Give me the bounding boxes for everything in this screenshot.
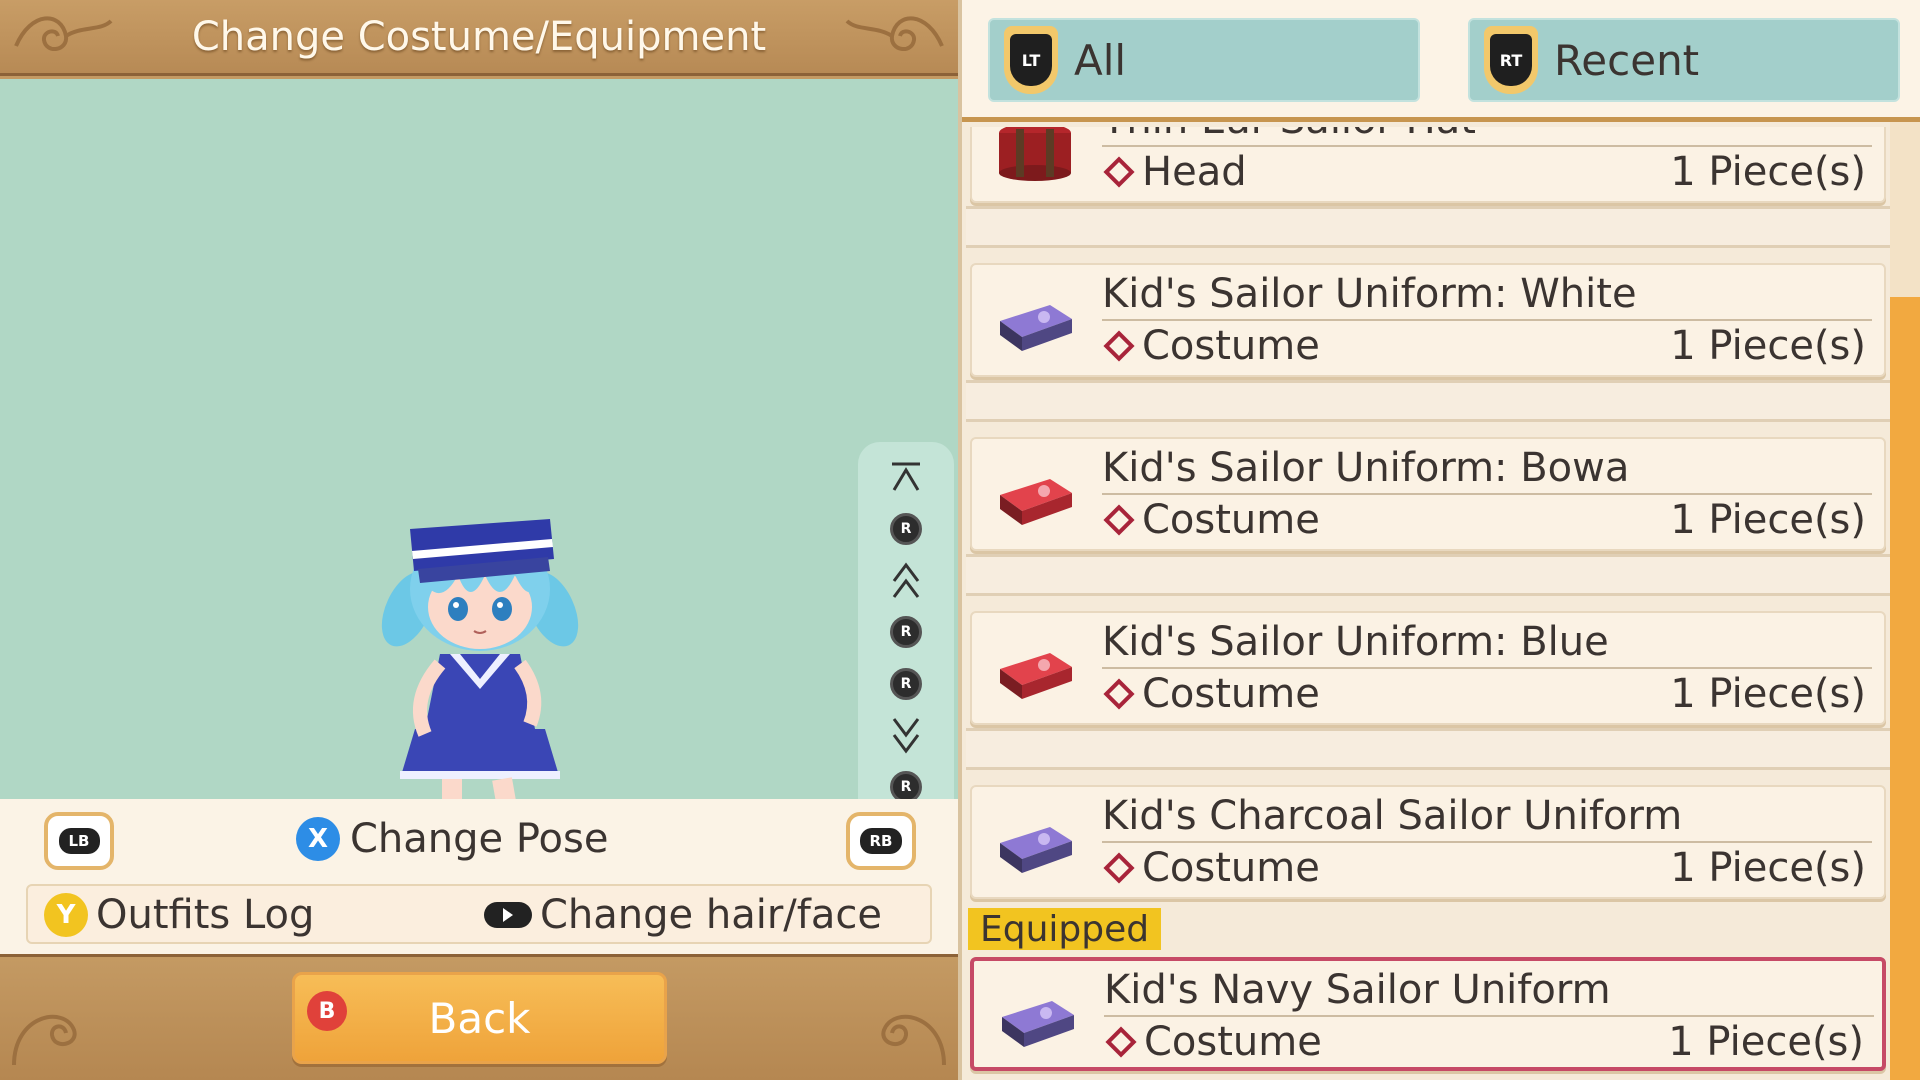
equipped-list-item[interactable]: Kid's Navy Sailor Uniform Costume 1 Piec… [970, 957, 1886, 1071]
item-category: Head [1102, 149, 1247, 195]
double-down-chevron-icon[interactable] [884, 715, 928, 755]
rb-icon: RB [859, 828, 903, 854]
change-pose-button[interactable]: X Change Pose [296, 814, 608, 864]
lt-trigger-icon: LT [1004, 26, 1058, 94]
item-name: Kid's Sailor Uniform: White [1102, 271, 1872, 321]
item-quantity: 1 Piece(s) [1670, 671, 1866, 717]
red-giftbox-icon [1000, 479, 1072, 525]
row-separator [966, 380, 1892, 422]
item-name: Kid's Charcoal Sailor Uniform [1102, 793, 1872, 843]
secondary-controls: Y Outfits Log Change hair/face [26, 884, 932, 944]
b-button-icon: B [307, 991, 347, 1031]
preview-panel: Change Costume/Equipment R R R R LB RB X… [0, 0, 958, 1080]
scroll-ornament-left-icon [14, 16, 113, 51]
lb-button[interactable]: LB [44, 812, 114, 870]
title-bar: Change Costume/Equipment [0, 0, 958, 76]
list-item[interactable]: Kid's Sailor Uniform: Bowa Costume 1 Pie… [970, 437, 1886, 551]
footer-ornament-right-icon [881, 1014, 946, 1066]
item-quantity: 1 Piece(s) [1670, 497, 1866, 543]
list-item[interactable]: Kid's Sailor Uniform: Blue Costume 1 Pie… [970, 611, 1886, 725]
item-category: Costume [1102, 323, 1320, 369]
red-hatbox-icon [999, 127, 1071, 181]
y-button-icon: Y [44, 893, 88, 937]
tab-all[interactable]: LT All [988, 18, 1420, 102]
r-stick-up-icon[interactable]: R [884, 509, 928, 549]
purple-giftbox-icon [1002, 1001, 1074, 1047]
footer-ornament-left-icon [12, 1014, 77, 1066]
change-pose-label: Change Pose [350, 816, 609, 862]
item-category: Costume [1102, 671, 1320, 717]
item-category: Costume [1102, 845, 1320, 891]
item-name: Kid's Sailor Uniform: Bowa [1102, 445, 1872, 495]
list-item[interactable]: Thin Ear Sailor Hat Head 1 Piece(s) [970, 127, 1886, 203]
filter-tabs: LT All RT Recent [962, 0, 1920, 122]
scroll-ornament-right-icon [845, 16, 944, 51]
x-button-icon: X [296, 817, 340, 861]
equipped-badge: Equipped [968, 908, 1162, 950]
tab-recent-label: Recent [1554, 35, 1700, 85]
row-separator [966, 554, 1892, 596]
item-quantity: 1 Piece(s) [1668, 1019, 1864, 1065]
list-item[interactable]: Kid's Charcoal Sailor Uniform Costume 1 … [970, 785, 1886, 899]
change-hair-face-label: Change hair/face [540, 892, 882, 938]
diamond-icon [1103, 678, 1135, 710]
diamond-icon [1103, 156, 1135, 188]
tab-all-label: All [1074, 35, 1127, 85]
item-category: Costume [1102, 497, 1320, 543]
stick-press-icon [484, 902, 532, 928]
scrollbar-thumb[interactable] [1890, 297, 1920, 1080]
item-quantity: 1 Piece(s) [1670, 323, 1866, 369]
jump-top-icon[interactable] [884, 458, 928, 498]
r-stick-right-icon[interactable]: R [884, 664, 928, 704]
purple-giftbox-icon [1000, 305, 1072, 351]
item-name: Kid's Navy Sailor Uniform [1104, 967, 1874, 1017]
lb-icon: LB [58, 828, 100, 854]
outfits-log-label: Outfits Log [96, 892, 315, 938]
back-button[interactable]: B Back [292, 972, 667, 1064]
item-name: Kid's Sailor Uniform: Blue [1102, 619, 1872, 669]
tab-recent[interactable]: RT Recent [1468, 18, 1900, 102]
red-giftbox-icon [1000, 653, 1072, 699]
diamond-icon [1105, 1026, 1137, 1058]
rt-trigger-icon: RT [1484, 26, 1538, 94]
diamond-icon [1103, 852, 1135, 884]
row-separator [966, 728, 1892, 770]
item-quantity: 1 Piece(s) [1670, 845, 1866, 891]
item-category: Costume [1104, 1019, 1322, 1065]
list-scrollbar[interactable] [1890, 122, 1920, 1080]
change-hair-face-button[interactable]: Change hair/face [484, 890, 882, 940]
purple-giftbox-icon [1000, 827, 1072, 873]
item-quantity: 1 Piece(s) [1670, 149, 1866, 195]
r-stick-left-icon[interactable]: R [884, 612, 928, 652]
item-name: Thin Ear Sailor Hat [1102, 127, 1872, 147]
back-label: Back [428, 993, 531, 1043]
row-separator [966, 206, 1892, 248]
outfits-log-button[interactable]: Y Outfits Log [44, 890, 314, 940]
diamond-icon [1103, 330, 1135, 362]
list-item[interactable]: Kid's Sailor Uniform: White Costume 1 Pi… [970, 263, 1886, 377]
page-title: Change Costume/Equipment [191, 13, 767, 60]
character-preview[interactable]: R R R R [0, 79, 958, 874]
double-up-chevron-icon[interactable] [884, 561, 928, 601]
rb-button[interactable]: RB [846, 812, 916, 870]
diamond-icon [1103, 504, 1135, 536]
